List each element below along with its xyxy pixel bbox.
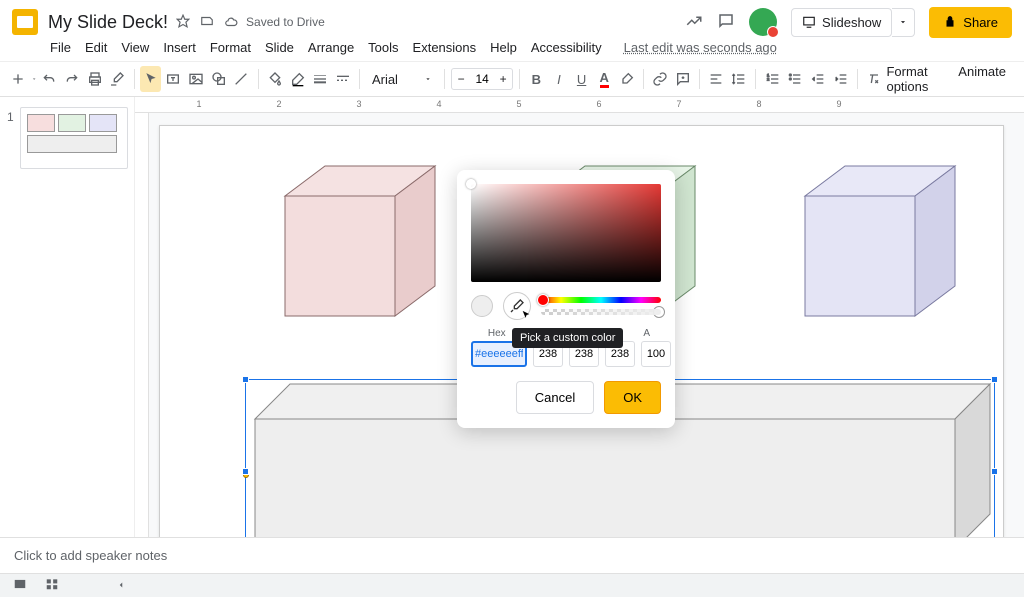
trend-icon[interactable] xyxy=(685,12,703,33)
grid-view-icon[interactable] xyxy=(44,577,60,594)
select-tool[interactable] xyxy=(140,66,161,92)
cube-purple[interactable] xyxy=(775,156,995,336)
color-dialog: Pick a custom color Hex R G B A Cancel O… xyxy=(457,170,675,428)
menu-edit[interactable]: Edit xyxy=(85,40,107,55)
new-slide-button[interactable] xyxy=(8,66,29,92)
menu-file[interactable]: File xyxy=(50,40,71,55)
shape-tool[interactable] xyxy=(208,66,229,92)
font-size-control[interactable]: − + xyxy=(451,68,513,90)
decrease-indent-button[interactable] xyxy=(808,66,829,92)
svg-text:2: 2 xyxy=(767,76,770,81)
font-size-decrease[interactable]: − xyxy=(452,72,470,86)
print-button[interactable] xyxy=(84,66,105,92)
bold-button[interactable]: B xyxy=(526,66,547,92)
format-options-button[interactable]: Format options xyxy=(886,64,942,94)
font-size-input[interactable] xyxy=(470,72,494,86)
italic-button[interactable]: I xyxy=(549,66,570,92)
cloud-saved-icon[interactable]: Saved to Drive xyxy=(224,14,325,31)
eyedropper-tooltip: Pick a custom color xyxy=(512,328,623,348)
menu-arrange[interactable]: Arrange xyxy=(308,40,354,55)
increase-indent-button[interactable] xyxy=(830,66,851,92)
alpha-slider[interactable] xyxy=(541,309,661,315)
doc-title[interactable]: My Slide Deck! xyxy=(48,12,168,33)
line-spacing-button[interactable] xyxy=(729,66,750,92)
last-edit-link[interactable]: Last edit was seconds ago xyxy=(624,40,777,55)
eyedropper-button[interactable]: Pick a custom color xyxy=(503,292,531,320)
speaker-notes-placeholder: Click to add speaker notes xyxy=(14,548,167,563)
speaker-notes[interactable]: Click to add speaker notes xyxy=(0,537,1024,573)
insert-comment-button[interactable] xyxy=(673,66,694,92)
sv-thumb[interactable] xyxy=(466,179,476,189)
hue-thumb[interactable] xyxy=(537,294,549,306)
slide-panel: 1 xyxy=(0,97,135,574)
cancel-button[interactable]: Cancel xyxy=(516,381,594,414)
toolbar: Arial − + B I U A 12 Format options Anim… xyxy=(0,61,1024,97)
slideshow-button[interactable]: Slideshow xyxy=(791,8,892,37)
move-icon[interactable] xyxy=(200,14,214,31)
slideshow-dropdown[interactable] xyxy=(892,8,915,37)
line-tool[interactable] xyxy=(231,66,252,92)
star-icon[interactable] xyxy=(176,14,190,31)
horizontal-ruler: 123456789 xyxy=(135,97,1024,113)
doc-title-icons: Saved to Drive xyxy=(176,14,325,31)
slides-logo[interactable] xyxy=(12,9,38,35)
filmstrip-view-icon[interactable] xyxy=(12,577,28,594)
font-select[interactable]: Arial xyxy=(366,72,438,87)
border-dash-button[interactable] xyxy=(332,66,353,92)
insert-link-button[interactable] xyxy=(650,66,671,92)
text-color-button[interactable]: A xyxy=(594,66,615,92)
redo-button[interactable] xyxy=(62,66,83,92)
label-a: A xyxy=(632,328,661,339)
app-header: My Slide Deck! Saved to Drive Slideshow … xyxy=(0,0,1024,38)
numbered-list-button[interactable]: 12 xyxy=(762,66,783,92)
menu-help[interactable]: Help xyxy=(490,40,517,55)
bullet-list-button[interactable] xyxy=(785,66,806,92)
paint-format-button[interactable] xyxy=(107,66,128,92)
share-button[interactable]: Share xyxy=(929,7,1012,38)
menu-tools[interactable]: Tools xyxy=(368,40,398,55)
fill-color-button[interactable] xyxy=(265,66,286,92)
clear-formatting-button[interactable] xyxy=(864,66,885,92)
alpha-thumb[interactable] xyxy=(653,306,665,318)
ok-button[interactable]: OK xyxy=(604,381,661,414)
a-input[interactable] xyxy=(641,341,671,367)
undo-button[interactable] xyxy=(39,66,60,92)
border-color-button[interactable] xyxy=(287,66,308,92)
color-preview-swatch xyxy=(471,295,493,317)
bottom-bar xyxy=(0,573,1024,597)
menu-extensions[interactable]: Extensions xyxy=(413,40,477,55)
menu-slide[interactable]: Slide xyxy=(265,40,294,55)
slide-number: 1 xyxy=(7,110,14,124)
slide-thumbnail[interactable]: 1 xyxy=(20,107,128,169)
menu-format[interactable]: Format xyxy=(210,40,251,55)
cube-pink[interactable] xyxy=(255,156,475,336)
menu-view[interactable]: View xyxy=(121,40,149,55)
underline-button[interactable]: U xyxy=(571,66,592,92)
hue-slider[interactable] xyxy=(541,297,661,303)
align-button[interactable] xyxy=(706,66,727,92)
collapse-panel-icon[interactable] xyxy=(116,578,126,593)
image-tool[interactable] xyxy=(186,66,207,92)
menu-bar: File Edit View Insert Format Slide Arran… xyxy=(0,38,1024,61)
animate-button[interactable]: Animate xyxy=(958,64,1006,94)
border-weight-button[interactable] xyxy=(310,66,331,92)
highlight-button[interactable] xyxy=(617,66,638,92)
menu-accessibility[interactable]: Accessibility xyxy=(531,40,602,55)
textbox-tool[interactable] xyxy=(163,66,184,92)
saturation-value-area[interactable] xyxy=(471,184,661,282)
comment-icon[interactable] xyxy=(717,12,735,33)
meet-avatar[interactable] xyxy=(749,8,777,36)
menu-insert[interactable]: Insert xyxy=(163,40,196,55)
font-size-increase[interactable]: + xyxy=(494,72,512,86)
vertical-ruler xyxy=(135,113,149,574)
